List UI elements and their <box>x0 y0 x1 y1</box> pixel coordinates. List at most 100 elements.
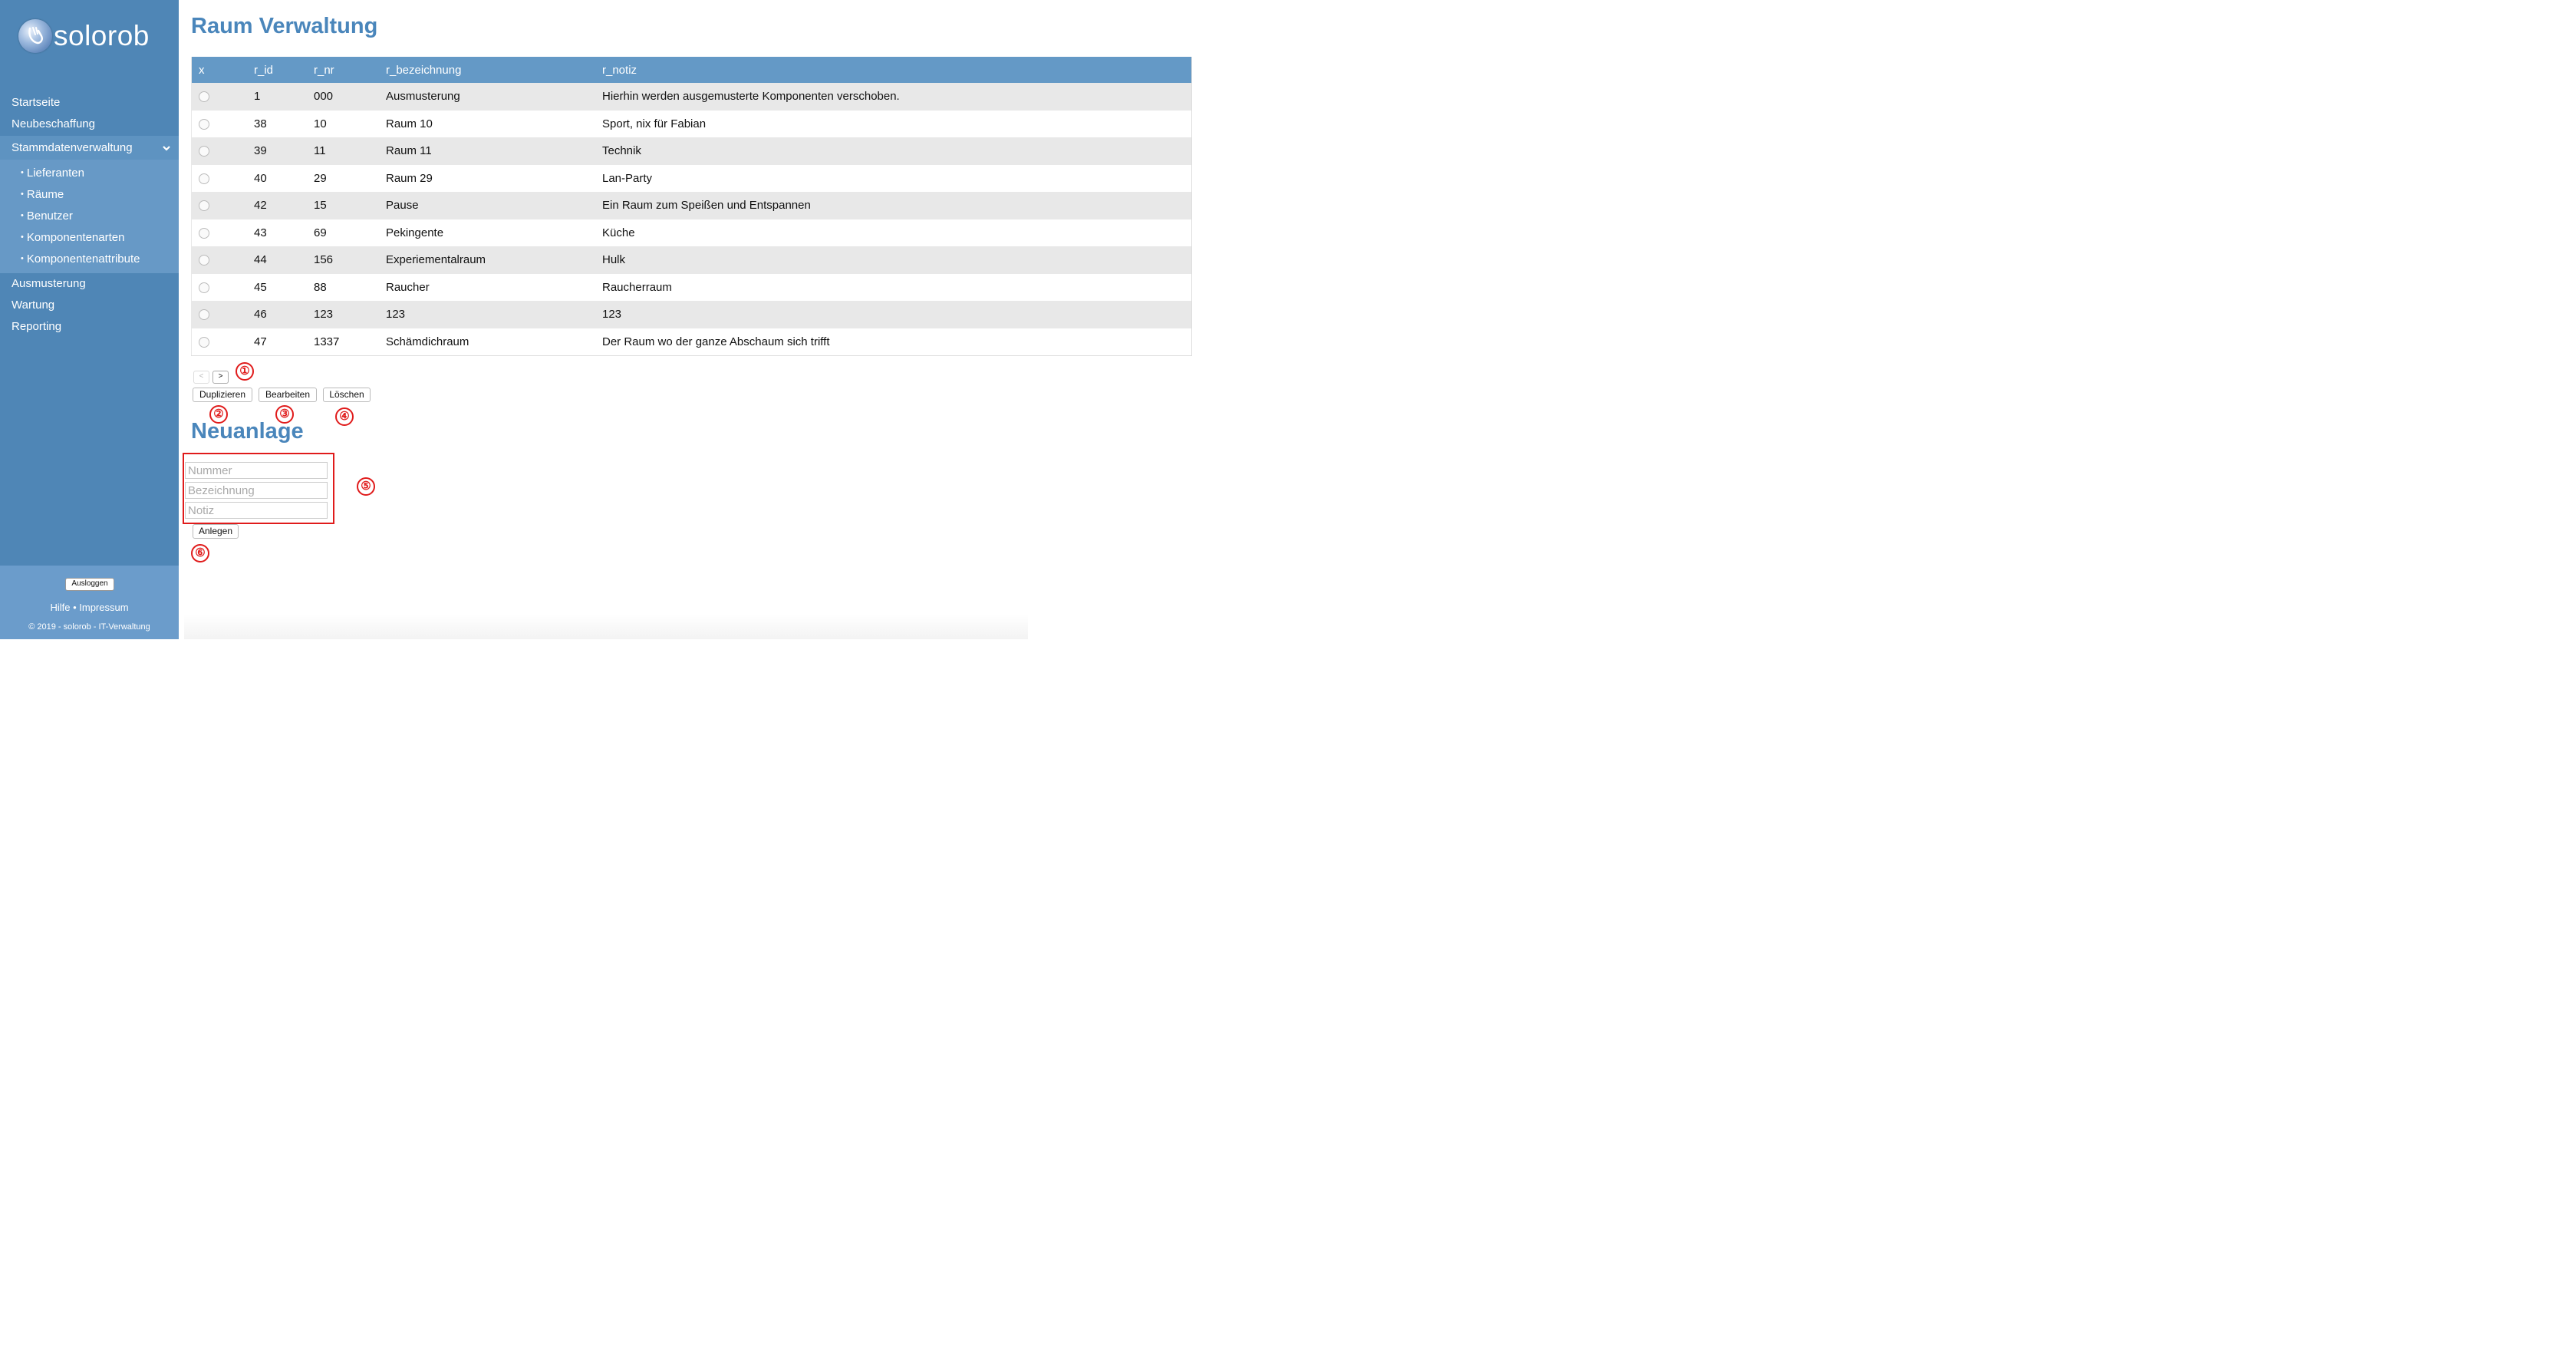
table-row[interactable]: 46 123 123 123 <box>191 301 1192 328</box>
cell-r-nr: 15 <box>314 199 327 213</box>
row-select-cell <box>192 137 255 165</box>
radio-icon[interactable] <box>199 173 209 184</box>
cell-r-id: 44 <box>254 253 267 267</box>
row-select-cell <box>192 328 255 356</box>
cell-r-id: 46 <box>254 308 267 322</box>
sidebar-footer: Ausloggen Hilfe • Impressum © 2019 - sol… <box>0 566 179 639</box>
hand-sphere-icon <box>18 19 52 53</box>
bullet-icon: • <box>21 254 24 263</box>
cell-r-bezeichnung: Raum 11 <box>386 144 432 158</box>
subnav-item-komponentenarten[interactable]: • Komponentenarten <box>0 227 179 249</box>
cell-r-notiz: Sport, nix für Fabian <box>602 117 707 130</box>
radio-icon[interactable] <box>199 227 209 239</box>
number-field[interactable]: Nummer <box>185 462 328 479</box>
edit-button[interactable]: Bearbeiten <box>259 388 317 402</box>
row-select-cell <box>192 83 255 111</box>
nav-item-label: Stammdatenverwaltung <box>12 141 133 154</box>
table-row[interactable]: 45 88 Raucher Raucherraum <box>191 273 1192 301</box>
column-header-r-id: r_id <box>254 57 314 83</box>
cell-r-nr: 000 <box>314 90 334 104</box>
subnav-item-lieferanten[interactable]: • Lieferanten <box>0 163 179 184</box>
next-page-button[interactable]: > <box>212 371 229 384</box>
cell-r-notiz: Der Raum wo der ganze Abschaum sich trif… <box>602 335 830 348</box>
cell-r-notiz: Technik <box>602 144 641 158</box>
subnav-item-benutzer[interactable]: • Benutzer <box>0 206 179 227</box>
cell-r-notiz: 123 <box>602 308 622 322</box>
prev-page-button[interactable]: < <box>193 371 209 384</box>
subnav-item-raeume[interactable]: • Räume <box>0 184 179 206</box>
table-row[interactable]: 40 29 Raum 29 Lan-Party <box>191 164 1192 192</box>
footer-links: Hilfe • Impressum <box>0 602 179 613</box>
annotation-marker-6: ⑥ <box>191 544 209 562</box>
annotation-marker-4: ④ <box>335 407 354 426</box>
annotation-marker-2: ② <box>209 405 228 424</box>
sidebar: solorob Startseite Neubeschaffung Stammd… <box>0 0 179 639</box>
nav-item-stammdatenverwaltung[interactable]: Stammdatenverwaltung <box>0 136 179 160</box>
radio-icon[interactable] <box>199 118 209 130</box>
logout-button[interactable]: Ausloggen <box>65 578 114 591</box>
name-field[interactable]: Bezeichnung <box>185 482 328 499</box>
cell-r-bezeichnung: Schämdichraum <box>386 335 469 348</box>
note-field[interactable]: Notiz <box>185 502 328 519</box>
chevron-down-icon[interactable] <box>162 136 171 160</box>
radio-icon[interactable] <box>199 146 209 157</box>
cell-r-notiz: Hulk <box>602 253 626 267</box>
table-row[interactable]: 38 10 Raum 10 Sport, nix für Fabian <box>191 110 1192 137</box>
cell-r-bezeichnung: 123 <box>386 308 406 322</box>
radio-icon[interactable] <box>199 309 209 321</box>
delete-button[interactable]: Löschen <box>323 388 371 402</box>
radio-icon[interactable] <box>199 282 209 293</box>
page-title: Raum Verwaltung <box>191 14 378 38</box>
cell-r-id: 43 <box>254 226 267 239</box>
cell-r-nr: 1337 <box>314 335 340 348</box>
nav-item-neubeschaffung[interactable]: Neubeschaffung <box>0 114 179 135</box>
cell-r-nr: 88 <box>314 280 327 294</box>
radio-icon[interactable] <box>199 255 209 266</box>
radio-icon[interactable] <box>199 336 209 348</box>
imprint-link[interactable]: Impressum <box>79 602 128 613</box>
bullet-icon: • <box>21 168 24 177</box>
row-select-cell <box>192 301 255 328</box>
table-header-row: x r_id r_nr r_bezeichnung r_notiz <box>191 57 1192 83</box>
annotation-marker-1: ① <box>236 362 254 381</box>
table-row[interactable]: 39 11 Raum 11 Technik <box>191 137 1192 165</box>
cell-r-bezeichnung: Pause <box>386 199 419 213</box>
bullet-icon: • <box>21 211 24 220</box>
cell-r-bezeichnung: Raucher <box>386 280 430 294</box>
table-row[interactable]: 1 000 Ausmusterung Hierhin werden ausgemust… <box>191 83 1192 111</box>
cell-r-id: 39 <box>254 144 267 158</box>
column-header-r-nr: r_nr <box>314 57 386 83</box>
create-button[interactable]: Anlegen <box>193 524 239 539</box>
cell-r-notiz: Küche <box>602 226 635 239</box>
radio-icon[interactable] <box>199 200 209 212</box>
table-row[interactable]: 47 1337 Schämdichraum Der Raum wo der ganze… <box>191 328 1192 356</box>
rooms-table: x r_id r_nr r_bezeichnung r_notiz 1 000 Au… <box>191 57 1192 356</box>
table-row[interactable]: 44 156 Experiementalraum Hulk <box>191 246 1192 274</box>
subnav-label: Benutzer <box>26 209 73 223</box>
radio-icon[interactable] <box>199 91 209 103</box>
cell-r-notiz: Raucherraum <box>602 280 672 294</box>
cell-r-nr: 156 <box>314 253 334 267</box>
app-logo[interactable]: solorob <box>18 17 150 55</box>
table-row[interactable]: 43 69 Pekingente Küche <box>191 219 1192 246</box>
bottom-shadow <box>184 614 1028 639</box>
duplicate-button[interactable]: Duplizieren <box>193 388 252 402</box>
help-link[interactable]: Hilfe <box>50 602 70 613</box>
cell-r-notiz: Lan-Party <box>602 171 653 185</box>
cell-r-nr: 69 <box>314 226 327 239</box>
subnav-label: Räume <box>26 188 64 201</box>
nav-item-ausmusterung[interactable]: Ausmusterung <box>0 273 179 295</box>
cell-r-id: 38 <box>254 117 267 130</box>
bullet-icon: • <box>21 190 24 199</box>
separator: • <box>73 602 77 613</box>
column-header-x: x <box>191 57 254 83</box>
nav-item-wartung[interactable]: Wartung <box>0 295 179 316</box>
nav-item-reporting[interactable]: Reporting <box>0 316 179 338</box>
nav-item-startseite[interactable]: Startseite <box>0 92 179 114</box>
cell-r-bezeichnung: Raum 10 <box>386 117 433 130</box>
cell-r-bezeichnung: Raum 29 <box>386 171 433 185</box>
cell-r-notiz: Hierhin werden ausgemusterte Komponenten… <box>602 90 900 104</box>
column-header-r-notiz: r_notiz <box>602 57 1192 83</box>
subnav-item-komponentenattribute[interactable]: • Komponentenattribute <box>0 249 179 270</box>
table-row[interactable]: 42 15 Pause Ein Raum zum Speißen und Entspa… <box>191 192 1192 219</box>
